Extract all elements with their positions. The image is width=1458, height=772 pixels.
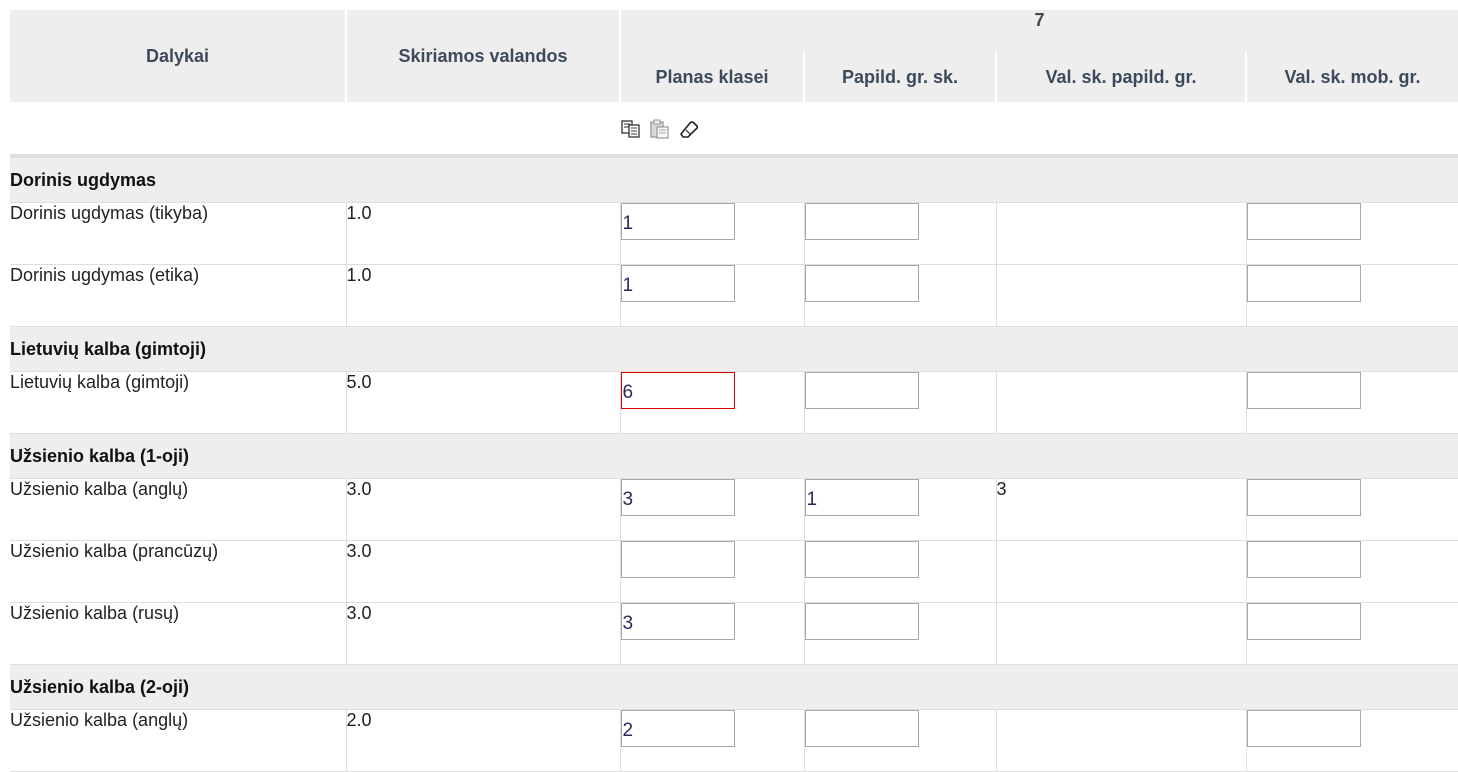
copy-icon[interactable] xyxy=(620,119,642,139)
allocated-hours: 5.0 xyxy=(346,371,621,434)
extra-groups-input[interactable] xyxy=(804,372,919,409)
mobile-group-hours-input[interactable] xyxy=(1246,541,1361,578)
mobile-group-hours-input[interactable] xyxy=(1246,710,1361,747)
subject-name: Dorinis ugdymas (etika) xyxy=(10,264,347,327)
allocated-hours: 2.0 xyxy=(346,709,621,772)
subject-row: Užsienio kalba (anglų) 3.0 3 xyxy=(10,478,1458,541)
plan-input[interactable] xyxy=(620,710,735,747)
extra-group-hours-value xyxy=(996,540,1247,603)
extra-groups-input[interactable] xyxy=(804,203,919,240)
subject-row: Dorinis ugdymas (tikyba) 1.0 xyxy=(10,202,1458,265)
allocated-hours: 1.0 xyxy=(346,264,621,327)
header-mobile-group-hours: Val. sk. mob. gr. xyxy=(1246,52,1458,102)
subject-row: Užsienio kalba (anglų) 2.0 xyxy=(10,709,1458,772)
subject-name: Užsienio kalba (prancūzų) xyxy=(10,540,347,603)
curriculum-plan-table: Dalykai Skiriamos valandos 7 Planas klas… xyxy=(10,10,1458,772)
toolbar-row xyxy=(10,102,1458,158)
subject-name: Užsienio kalba (anglų) xyxy=(10,709,347,772)
extra-groups-input[interactable] xyxy=(804,710,919,747)
extra-groups-input[interactable] xyxy=(804,541,919,578)
subject-group-row: Užsienio kalba (1-oji) xyxy=(10,433,1458,479)
toolbar xyxy=(620,102,804,158)
extra-group-hours-value xyxy=(996,264,1247,327)
subject-group-title: Dorinis ugdymas xyxy=(10,156,1458,203)
subject-name: Užsienio kalba (anglų) xyxy=(10,478,347,541)
extra-group-hours-value xyxy=(996,602,1247,665)
extra-groups-input[interactable] xyxy=(804,479,919,516)
subject-name: Dorinis ugdymas (tikyba) xyxy=(10,202,347,265)
header-extra-groups: Papild. gr. sk. xyxy=(804,52,997,102)
plan-input[interactable] xyxy=(620,203,735,240)
subject-group-title: Užsienio kalba (2-oji) xyxy=(10,664,1458,710)
allocated-hours: 1.0 xyxy=(346,202,621,265)
subject-group-title: Lietuvių kalba (gimtoji) xyxy=(10,326,1458,372)
header-grade: 7 xyxy=(620,10,1458,52)
subject-row: Užsienio kalba (rusų) 3.0 xyxy=(10,602,1458,665)
extra-groups-input[interactable] xyxy=(804,603,919,640)
plan-input[interactable] xyxy=(620,265,735,302)
eraser-icon[interactable] xyxy=(678,119,700,139)
subject-group-row: Užsienio kalba (2-oji) xyxy=(10,664,1458,710)
plan-input[interactable] xyxy=(620,603,735,640)
subject-group-title: Užsienio kalba (1-oji) xyxy=(10,433,1458,479)
header-extra-group-hours: Val. sk. papild. gr. xyxy=(996,52,1247,102)
subject-row: Dorinis ugdymas (etika) 1.0 xyxy=(10,264,1458,327)
allocated-hours: 3.0 xyxy=(346,602,621,665)
subject-name: Užsienio kalba (rusų) xyxy=(10,602,347,665)
allocated-hours: 3.0 xyxy=(346,540,621,603)
paste-icon[interactable] xyxy=(649,119,671,139)
header-hours: Skiriamos valandos xyxy=(346,10,621,102)
subject-group-row: Dorinis ugdymas xyxy=(10,156,1458,203)
mobile-group-hours-input[interactable] xyxy=(1246,203,1361,240)
extra-groups-input[interactable] xyxy=(804,265,919,302)
subject-name: Lietuvių kalba (gimtoji) xyxy=(10,371,347,434)
plan-input[interactable] xyxy=(620,479,735,516)
subject-row: Užsienio kalba (prancūzų) 3.0 xyxy=(10,540,1458,603)
extra-group-hours-value: 3 xyxy=(996,478,1247,541)
mobile-group-hours-input[interactable] xyxy=(1246,372,1361,409)
extra-group-hours-value xyxy=(996,709,1247,772)
allocated-hours: 3.0 xyxy=(346,478,621,541)
subject-group-row: Lietuvių kalba (gimtoji) xyxy=(10,326,1458,372)
extra-group-hours-value xyxy=(996,202,1247,265)
mobile-group-hours-input[interactable] xyxy=(1246,265,1361,302)
mobile-group-hours-input[interactable] xyxy=(1246,479,1361,516)
header-subjects: Dalykai xyxy=(10,10,347,102)
mobile-group-hours-input[interactable] xyxy=(1246,603,1361,640)
extra-group-hours-value xyxy=(996,371,1247,434)
header-plan: Planas klasei xyxy=(620,52,805,102)
plan-input[interactable] xyxy=(620,541,735,578)
subject-row: Lietuvių kalba (gimtoji) 5.0 xyxy=(10,371,1458,434)
plan-input[interactable] xyxy=(620,372,735,409)
